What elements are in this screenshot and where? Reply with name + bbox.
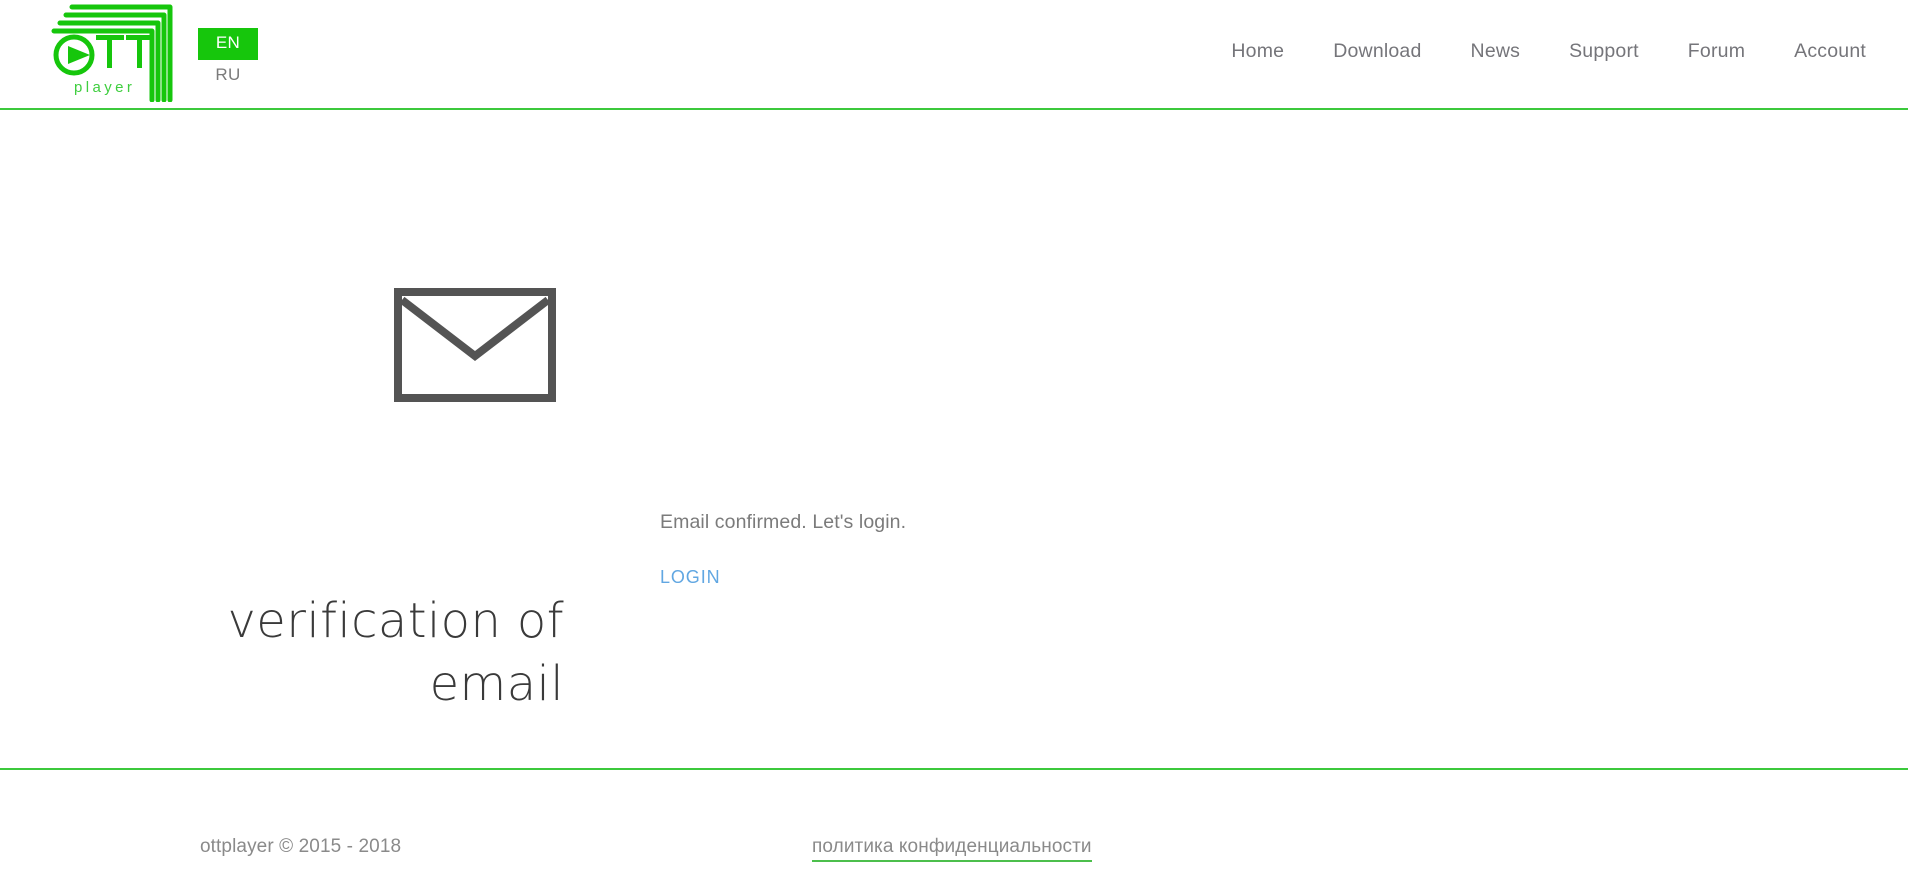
logo-subtext: player bbox=[74, 79, 135, 96]
language-switcher[interactable]: EN RU bbox=[198, 28, 258, 91]
site-footer: ottplayer © 2015 - 2018 политика конфиде… bbox=[0, 768, 1908, 892]
nav-item-support[interactable]: Support bbox=[1569, 40, 1639, 63]
page-title-line-1: verification of bbox=[227, 593, 564, 649]
ottplayer-logo-mark: player bbox=[51, 4, 173, 102]
language-option-ru[interactable]: RU bbox=[198, 60, 258, 92]
nav-item-forum[interactable]: Forum bbox=[1688, 40, 1745, 63]
login-link[interactable]: LOGIN bbox=[660, 567, 721, 588]
envelope-icon bbox=[394, 288, 556, 402]
verification-status-block: Email confirmed. Let's login. LOGIN bbox=[660, 508, 1300, 588]
footer-privacy-policy-link[interactable]: политика конфиденциальности bbox=[812, 836, 1092, 862]
site-header: player EN RU Home Download News Support … bbox=[0, 0, 1908, 110]
nav-item-account[interactable]: Account bbox=[1794, 40, 1866, 63]
nav-item-download[interactable]: Download bbox=[1333, 40, 1421, 63]
footer-copyright: ottplayer © 2015 - 2018 bbox=[200, 836, 402, 857]
status-message: Email confirmed. Let's login. bbox=[660, 511, 907, 533]
page-title: verification of email bbox=[150, 590, 564, 716]
play-icon bbox=[68, 46, 90, 64]
page-title-line-2: email bbox=[429, 656, 564, 712]
nav-item-home[interactable]: Home bbox=[1231, 40, 1284, 63]
main-navigation: Home Download News Support Forum Account bbox=[1231, 40, 1866, 63]
ottplayer-logo[interactable]: player bbox=[46, 4, 186, 102]
nav-item-news[interactable]: News bbox=[1471, 40, 1521, 63]
page-main: verification of email Email confirmed. L… bbox=[0, 110, 1908, 768]
language-option-en[interactable]: EN bbox=[198, 28, 258, 60]
